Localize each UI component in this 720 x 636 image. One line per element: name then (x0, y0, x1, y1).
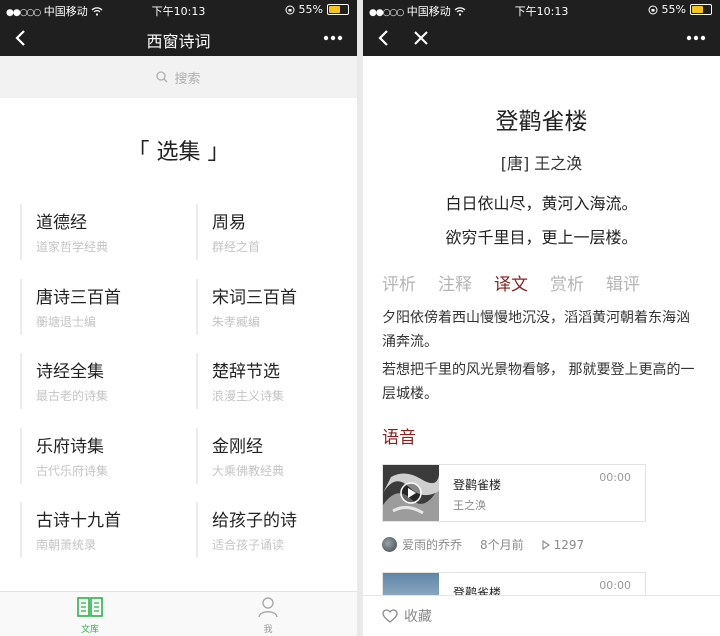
battery-label: 55% (661, 3, 686, 16)
close-button[interactable] (407, 24, 435, 52)
audio-duration: 00:00 (599, 471, 631, 484)
audio-meta: 爱雨的乔乔 8个月前 1297 (382, 536, 584, 553)
collection-item[interactable]: 给孩子的诗 适合孩子诵读 (196, 502, 346, 558)
person-icon (258, 597, 278, 618)
more-icon (686, 35, 706, 41)
rotation-lock-icon (648, 5, 658, 14)
collection-name: 给孩子的诗 (212, 511, 297, 531)
more-button[interactable] (682, 24, 710, 52)
tab-notes[interactable]: 注释 (438, 270, 472, 295)
tab-library[interactable]: 文库 (60, 596, 120, 635)
audio-duration: 00:00 (599, 579, 631, 592)
page-title: 西窗诗词 (146, 32, 211, 51)
chevron-left-icon (378, 30, 388, 46)
collection-item[interactable]: 道德经 道家哲学经典 (20, 204, 170, 260)
tab-appreciation[interactable]: 赏析 (550, 270, 584, 295)
collection-name: 周易 (212, 213, 246, 233)
section-title: 「 选集 」 (127, 140, 230, 165)
collection-item[interactable]: 楚辞节选 浪漫主义诗集 (196, 353, 346, 409)
heart-icon (382, 609, 398, 623)
tab-me-label: 我 (263, 625, 273, 635)
favorite-button[interactable]: 收藏 (382, 606, 432, 626)
artwork-image (383, 465, 439, 521)
collection-name: 乐府诗集 (36, 437, 104, 457)
status-right: 55% (285, 3, 349, 16)
left-screen: ●●○○○ 中国移动 下午10:13 55% 西窗诗词 搜索 「 选集 」 道德… (0, 0, 357, 636)
tab-analysis[interactable]: 评析 (382, 270, 416, 295)
search-bar[interactable]: 搜索 (0, 56, 357, 98)
back-button[interactable] (369, 24, 397, 52)
collection-name: 宋词三百首 (212, 288, 297, 308)
poem-line: 白日依山尽，黄河入海流。 (445, 194, 638, 213)
collection-item[interactable]: 诗经全集 最古老的诗集 (20, 353, 170, 409)
more-icon (323, 35, 343, 41)
nav-bar: 西窗诗词 (0, 20, 357, 56)
status-bar: ●●○○○ 中国移动 下午10:13 55% (0, 0, 357, 20)
nav-bar (363, 20, 720, 56)
collection-item[interactable]: 古诗十九首 南朝萧统录 (20, 502, 170, 558)
audio-title: 登鹳雀楼 (453, 478, 502, 492)
audio-plays: 1297 (553, 537, 585, 552)
avatar (382, 537, 397, 552)
tab-me[interactable]: 我 (238, 596, 298, 635)
audio-card[interactable]: 登鹳雀楼 王之涣 00:00 (382, 464, 646, 522)
collection-name: 道德经 (36, 213, 87, 233)
audio-time: 8个月前 (480, 538, 524, 552)
collection-desc: 适合孩子诵读 (212, 538, 285, 552)
collection-desc: 朱孝臧编 (212, 315, 261, 329)
rotation-lock-icon (285, 5, 295, 14)
audio-author: 王之涣 (453, 499, 486, 512)
audio-user[interactable]: 爱雨的乔乔 (402, 536, 462, 553)
right-screen: ●●○○○ 中国移动 下午10:13 55% 登鹳雀楼 [唐] 王之涣 白日依山… (363, 0, 720, 636)
collection-item[interactable]: 周易 群经之首 (196, 204, 346, 260)
collection-desc: 南朝萧统录 (36, 538, 97, 552)
battery-fill (692, 6, 703, 13)
battery-fill (329, 6, 340, 13)
poem-title: 登鹳雀楼 (495, 109, 588, 135)
collection-desc: 群经之首 (212, 240, 261, 254)
translation-paragraph: 夕阳依傍着西山慢慢地沉没，滔滔黄河朝着东海汹涌奔流。 (382, 310, 690, 350)
content-tabs: 评析 注释 译文 赏析 辑评 (382, 270, 640, 295)
tab-bar: 文库 我 (0, 591, 357, 636)
collection-name: 唐诗三百首 (36, 288, 121, 308)
collection-desc: 道家哲学经典 (36, 240, 109, 254)
search-placeholder: 搜索 (174, 71, 201, 87)
translation-paragraph: 若想把千里的风光景物看够， 那就要登上更高的一层城楼。 (382, 362, 695, 402)
bottom-bar: 收藏 (363, 595, 720, 636)
collection-name: 诗经全集 (36, 362, 104, 382)
collection-name: 楚辞节选 (212, 362, 280, 382)
collection-name: 古诗十九首 (36, 511, 121, 531)
close-icon (414, 31, 428, 45)
tab-reviews[interactable]: 辑评 (606, 270, 640, 295)
poem-author: [唐] 王之涣 (500, 154, 583, 173)
poem-line: 欲穷千里目，更上一层楼。 (445, 228, 638, 247)
battery-label: 55% (298, 3, 323, 16)
audio-heading: 语音 (382, 428, 416, 448)
book-icon (77, 597, 103, 617)
status-bar: ●●○○○ 中国移动 下午10:13 55% (363, 0, 720, 20)
collection-name: 金刚经 (212, 437, 263, 457)
collection-desc: 浪漫主义诗集 (212, 389, 285, 403)
collection-desc: 蘅塘退士编 (36, 315, 97, 329)
battery-icon (690, 4, 712, 15)
collection-item[interactable]: 乐府诗集 古代乐府诗集 (20, 428, 170, 484)
play-count-icon (542, 539, 550, 550)
battery-icon (327, 4, 349, 15)
collection-desc: 最古老的诗集 (36, 389, 109, 403)
collection-desc: 大乘佛教经典 (212, 464, 285, 478)
collection-item[interactable]: 宋词三百首 朱孝臧编 (196, 279, 346, 335)
search-icon (156, 71, 168, 83)
tab-library-label: 文库 (80, 625, 99, 635)
more-button[interactable] (319, 24, 347, 52)
status-right: 55% (648, 3, 712, 16)
audio-thumbnail (383, 465, 439, 521)
collection-desc: 古代乐府诗集 (36, 464, 109, 478)
tab-translation[interactable]: 译文 (494, 270, 528, 295)
collection-item[interactable]: 金刚经 大乘佛教经典 (196, 428, 346, 484)
favorite-label: 收藏 (404, 609, 432, 625)
collection-item[interactable]: 唐诗三百首 蘅塘退士编 (20, 279, 170, 335)
